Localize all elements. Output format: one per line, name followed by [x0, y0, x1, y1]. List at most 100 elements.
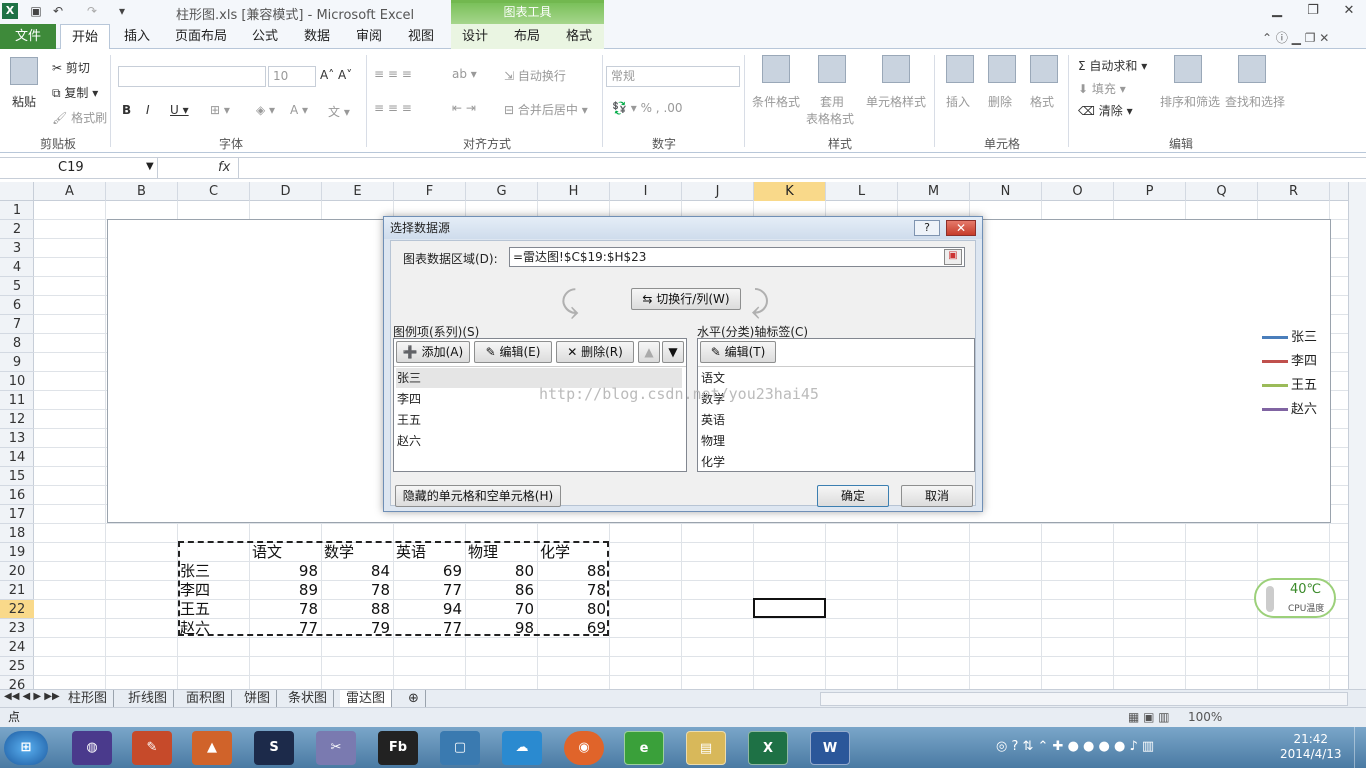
table-value-cell[interactable]: 69 [538, 619, 606, 638]
sheet-tab[interactable]: 条状图 [282, 690, 335, 708]
table-value-cell[interactable]: 98 [250, 562, 318, 581]
fill-button[interactable]: ⬇ 填充 ▾ [1078, 80, 1126, 97]
excel-app-icon[interactable]: X [2, 3, 18, 19]
tab-file[interactable]: 文件 [0, 24, 56, 49]
restore-button[interactable]: ❐ [1302, 3, 1324, 21]
table-value-cell[interactable]: 94 [394, 600, 462, 619]
firefox-icon[interactable]: ◉ [564, 731, 604, 765]
tab-design[interactable]: 设计 [456, 24, 494, 49]
table-value-cell[interactable]: 98 [466, 619, 534, 638]
table-format-button[interactable]: 套用 [820, 93, 844, 110]
ok-button[interactable]: 确定 [817, 485, 889, 507]
wrap-text-button[interactable]: ⇲ 自动换行 [504, 67, 566, 84]
table-header-cell[interactable]: 语文 [252, 543, 282, 562]
row-header[interactable]: 1 [0, 201, 34, 220]
indent-icon[interactable]: ⇤ ⇥ [452, 101, 476, 115]
merge-center-button[interactable]: ⊟ 合并后居中 ▾ [504, 101, 588, 118]
tab-formulas[interactable]: 公式 [246, 24, 284, 49]
sort-filter-button[interactable]: 排序和筛选 [1160, 93, 1220, 110]
notes-icon[interactable]: ✎ [132, 731, 172, 765]
sheet-tab[interactable]: 面积图 [180, 690, 233, 708]
table-value-cell[interactable]: 78 [538, 581, 606, 600]
delete-cells-button[interactable]: 删除 [988, 93, 1012, 110]
vertical-scrollbar[interactable] [1348, 182, 1366, 689]
row-header[interactable]: 17 [0, 505, 34, 524]
row-header[interactable]: 5 [0, 277, 34, 296]
paste-icon[interactable] [10, 57, 38, 85]
row-header[interactable]: 23 [0, 619, 34, 638]
bold-button[interactable]: B [122, 103, 131, 117]
row-header[interactable]: 4 [0, 258, 34, 277]
phonetic-icon[interactable]: 文 ▾ [328, 103, 350, 120]
font-name-combo[interactable] [118, 66, 266, 87]
table-value-cell[interactable]: 70 [466, 600, 534, 619]
table-value-cell[interactable]: 77 [394, 581, 462, 600]
row-header[interactable]: 15 [0, 467, 34, 486]
tray-icons[interactable]: ◎ ? ⇅ ⌃ ✚ ● ● ● ● ♪ ▥ [996, 739, 1154, 754]
number-format-combo[interactable]: 常规 [606, 66, 740, 87]
customize-qat-icon[interactable]: ▾ [114, 3, 130, 19]
column-header[interactable]: K [754, 182, 826, 201]
table-value-cell[interactable]: 77 [250, 619, 318, 638]
cloud-icon[interactable]: ☁ [502, 731, 542, 765]
format-cells-button[interactable]: 格式 [1030, 93, 1054, 110]
collapse-range-icon[interactable]: ▣ [944, 249, 962, 265]
column-header[interactable]: G [466, 182, 538, 201]
row-header[interactable]: 8 [0, 334, 34, 353]
table-value-cell[interactable]: 80 [466, 562, 534, 581]
name-box[interactable]: C19 [0, 158, 158, 179]
switch-row-column-button[interactable]: ⇆ 切换行/列(W) [631, 288, 741, 310]
clear-button[interactable]: ⌫ 清除 ▾ [1078, 102, 1133, 119]
column-header[interactable]: C [178, 182, 250, 201]
explorer-icon[interactable]: ▤ [686, 731, 726, 765]
currency-icon[interactable]: 💱 ▾ % , .00 [612, 101, 683, 115]
row-header[interactable]: 3 [0, 239, 34, 258]
close-window-button[interactable]: ✕ [1338, 3, 1360, 21]
conditional-format-button[interactable]: 条件格式 [752, 93, 800, 110]
horizontal-scrollbar[interactable] [820, 692, 1348, 706]
formula-input[interactable] [238, 158, 1348, 179]
delete-cells-icon[interactable] [988, 55, 1016, 83]
paste-button[interactable]: 粘贴 [12, 93, 36, 110]
insert-cells-button[interactable]: 插入 [946, 93, 970, 110]
table-value-cell[interactable]: 77 [394, 619, 462, 638]
virtualbox-icon[interactable]: ▢ [440, 731, 480, 765]
column-header[interactable]: O [1042, 182, 1114, 201]
save-icon[interactable]: ▣ [28, 3, 44, 19]
table-value-cell[interactable]: 86 [466, 581, 534, 600]
snipping-icon[interactable]: ✂ [316, 731, 356, 765]
table-header-cell[interactable]: 数学 [324, 543, 354, 562]
table-name-cell[interactable]: 王五 [180, 600, 210, 619]
conditional-format-icon[interactable] [762, 55, 790, 83]
clock[interactable]: 21:42 2014/4/13 [1280, 732, 1342, 762]
excel-taskbar-icon[interactable]: X [748, 731, 788, 765]
tab-page-layout[interactable]: 页面布局 [170, 24, 232, 49]
s-app-icon[interactable]: S [254, 731, 294, 765]
row-header[interactable]: 10 [0, 372, 34, 391]
add-series-button[interactable]: ➕ 添加(A) [396, 341, 470, 363]
row-header[interactable]: 25 [0, 657, 34, 676]
name-box-dropdown-icon[interactable]: ▼ [146, 161, 154, 172]
cell-style-icon[interactable] [882, 55, 910, 83]
tab-data[interactable]: 数据 [298, 24, 336, 49]
format-painter-button[interactable]: 🖌 格式刷 [52, 109, 107, 126]
row-header[interactable]: 19 [0, 543, 34, 562]
column-header[interactable]: L [826, 182, 898, 201]
column-header[interactable]: R [1258, 182, 1330, 201]
row-header[interactable]: 13 [0, 429, 34, 448]
fb-icon[interactable]: Fb [378, 731, 418, 765]
row-header[interactable]: 16 [0, 486, 34, 505]
table-value-cell[interactable]: 80 [538, 600, 606, 619]
table-header-cell[interactable]: 化学 [540, 543, 570, 562]
insert-function-icon[interactable]: fx [218, 160, 230, 175]
series-list-item[interactable]: 王五 [396, 410, 682, 430]
zoom-level[interactable]: 100% [1188, 708, 1222, 727]
legend-item[interactable]: 赵六 [1262, 398, 1317, 417]
autosum-button[interactable]: Σ 自动求和 ▾ [1078, 57, 1147, 74]
new-sheet-icon[interactable]: ⊕ [402, 690, 426, 708]
row-header[interactable]: 14 [0, 448, 34, 467]
undo-icon[interactable]: ↶ [50, 3, 66, 19]
underline-button[interactable]: U ▾ [170, 103, 189, 117]
ribbon-controls-icon[interactable]: ⌃ ⓘ ▁ ❐ ✕ [1262, 29, 1329, 46]
row-header[interactable]: 21 [0, 581, 34, 600]
